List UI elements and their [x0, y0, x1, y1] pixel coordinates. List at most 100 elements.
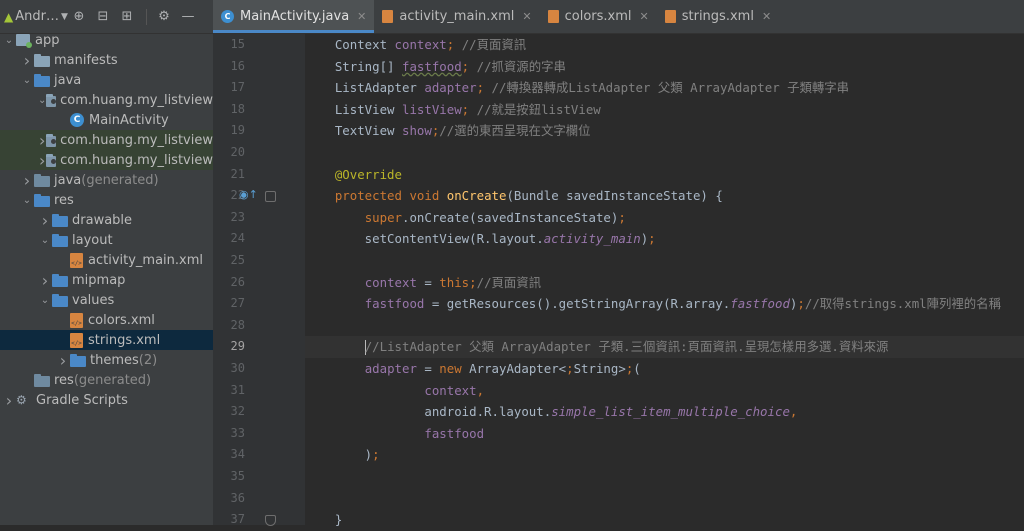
code-line[interactable]: Context context; //頁面資訊 — [305, 34, 1024, 56]
chevron-right-icon[interactable]: › — [20, 51, 34, 70]
code-line[interactable]: ); — [305, 444, 1024, 466]
tree-item[interactable]: › themes (2) — [0, 350, 213, 370]
tab-label: activity_main.xml — [399, 9, 515, 24]
override-icon[interactable]: ◉↑ — [239, 188, 258, 201]
project-tree: ⌄ app › manifests ⌄ java ⌄ com.huang.my_listvie… — [0, 30, 213, 410]
package-icon — [46, 153, 57, 167]
chevron-right-icon[interactable]: › — [38, 151, 46, 170]
line-number: 23 — [230, 209, 245, 224]
chevron-down-icon[interactable]: ⌄ — [38, 235, 52, 246]
package-icon — [46, 93, 57, 107]
close-icon[interactable]: ✕ — [762, 10, 771, 23]
tree-item[interactable]: ⌄ res — [0, 190, 213, 210]
code-line-text: TextView show;//選的東西呈現在文字欄位 — [305, 123, 591, 139]
line-number: 36 — [230, 490, 245, 505]
hide-icon[interactable]: — — [177, 6, 199, 28]
tree-item[interactable]: ›strings.xml — [0, 330, 213, 350]
expand-all-icon[interactable]: ⊟ — [92, 6, 114, 28]
xml-icon — [547, 10, 559, 23]
tree-item[interactable]: ⌄ com.huang.my_listview — [0, 90, 213, 110]
folder-icon — [34, 53, 50, 67]
project-view-label: Andr… — [15, 9, 60, 24]
tab-colors-xml[interactable]: colors.xml ✕ — [540, 0, 657, 33]
line-number: 25 — [230, 253, 245, 267]
code-line[interactable]: protected void onCreate(Bundle savedInst… — [305, 185, 1024, 207]
tree-item[interactable]: ⌄ layout — [0, 230, 213, 250]
close-icon[interactable]: ✕ — [522, 10, 531, 23]
chevron-right-icon[interactable]: › — [38, 131, 46, 150]
close-icon[interactable]: ✕ — [640, 10, 649, 23]
code-line-text: android.R.layout.simple_list_item_multip… — [305, 404, 798, 420]
tree-item[interactable]: ›CMainActivity — [0, 110, 213, 130]
tree-item[interactable]: › manifests — [0, 50, 213, 70]
folder-icon — [34, 193, 50, 207]
code-line[interactable]: ListView listView; //就是按鈕listView — [305, 99, 1024, 121]
code-line[interactable] — [305, 315, 1024, 337]
code-line[interactable]: context = this;//頁面資訊 — [305, 272, 1024, 294]
locate-icon[interactable]: ⊕ — [68, 6, 90, 28]
code-line[interactable] — [305, 250, 1024, 272]
tab-activity_main-xml[interactable]: activity_main.xml ✕ — [374, 0, 539, 33]
line-number: 32 — [230, 404, 245, 419]
code-line[interactable]: adapter = new ArrayAdapter<;String>;( — [305, 358, 1024, 380]
tree-item-label: java — [54, 172, 82, 188]
code-line[interactable]: fastfood = getResources().getStringArray… — [305, 293, 1024, 315]
code-line[interactable] — [305, 488, 1024, 510]
line-number: 34 — [230, 447, 245, 462]
tree-item-label: MainActivity — [89, 112, 169, 128]
tree-item[interactable]: ›activity_main.xml — [0, 250, 213, 270]
project-view-selector[interactable]: ▲ Andr… ▼ — [4, 6, 68, 28]
close-icon[interactable]: ✕ — [357, 10, 366, 23]
chevron-down-icon[interactable]: ⌄ — [2, 35, 16, 46]
collapse-all-icon[interactable]: ⊞ — [116, 6, 138, 28]
fold-icon[interactable] — [265, 191, 276, 203]
code-line[interactable]: //ListAdapter 父類 ArrayAdapter 子類.三個資訊:頁面… — [305, 336, 1024, 358]
chevron-down-icon[interactable]: ⌄ — [20, 195, 34, 206]
tree-item[interactable]: ⌄ values — [0, 290, 213, 310]
code-line[interactable]: } — [305, 509, 1024, 531]
tree-item[interactable]: › mipmap — [0, 270, 213, 290]
tree-item-label: values — [72, 292, 115, 308]
chevron-right-icon[interactable]: › — [56, 351, 70, 370]
tree-item[interactable]: › ⚙ Gradle Scripts — [0, 390, 213, 410]
tree-item[interactable]: ›colors.xml — [0, 310, 213, 330]
code-line[interactable]: TextView show;//選的東西呈現在文字欄位 — [305, 120, 1024, 142]
code-line[interactable]: fastfood — [305, 423, 1024, 445]
chevron-down-icon: ▼ — [61, 11, 68, 22]
code-line[interactable]: android.R.layout.simple_list_item_multip… — [305, 401, 1024, 423]
code-line[interactable] — [305, 466, 1024, 488]
code-line-text: fastfood = getResources().getStringArray… — [364, 296, 1001, 312]
code-editor[interactable]: Context context; //頁面資訊 String[] fastfoo… — [305, 34, 1024, 527]
code-line[interactable]: super.onCreate(savedInstanceState); — [305, 207, 1024, 229]
line-number: 35 — [230, 469, 245, 483]
tree-item[interactable]: › com.huang.my_listview — [0, 130, 213, 150]
gear-icon[interactable]: ⚙ — [153, 6, 175, 28]
tree-item[interactable]: › drawable — [0, 210, 213, 230]
tree-item[interactable]: › java (generated) — [0, 170, 213, 190]
chevron-down-icon[interactable]: ⌄ — [38, 295, 52, 306]
tree-item[interactable]: ›res (generated) — [0, 370, 213, 390]
chevron-down-icon[interactable]: ⌄ — [38, 95, 46, 106]
folder-icon — [52, 233, 68, 247]
tab-strings-xml[interactable]: strings.xml ✕ — [657, 0, 779, 33]
tree-item[interactable]: ⌄ app — [0, 30, 213, 50]
code-line[interactable] — [305, 142, 1024, 164]
line-number: 27 — [230, 296, 245, 311]
code-line[interactable]: setContentView(R.layout.activity_main); — [305, 228, 1024, 250]
chevron-right-icon[interactable]: › — [38, 211, 52, 230]
code-line-text: fastfood — [424, 425, 485, 441]
chevron-right-icon[interactable]: › — [38, 271, 52, 290]
code-line[interactable]: context, — [305, 380, 1024, 402]
folder-generated-icon — [34, 173, 50, 187]
xml-icon — [382, 10, 394, 23]
code-line[interactable]: ListAdapter adapter; //轉換器轉成ListAdapter … — [305, 77, 1024, 99]
tree-item[interactable]: › com.huang.my_listview — [0, 150, 213, 170]
folder-icon — [52, 273, 68, 287]
chevron-down-icon[interactable]: ⌄ — [20, 75, 34, 86]
tree-item[interactable]: ⌄ java — [0, 70, 213, 90]
code-line[interactable]: String[] fastfood; //抓資源的字串 — [305, 56, 1024, 78]
chevron-right-icon[interactable]: › — [2, 391, 16, 410]
code-line[interactable]: @Override — [305, 164, 1024, 186]
chevron-right-icon[interactable]: › — [20, 171, 34, 190]
tab-mainactivity-java[interactable]: C MainActivity.java ✕ — [213, 0, 375, 33]
